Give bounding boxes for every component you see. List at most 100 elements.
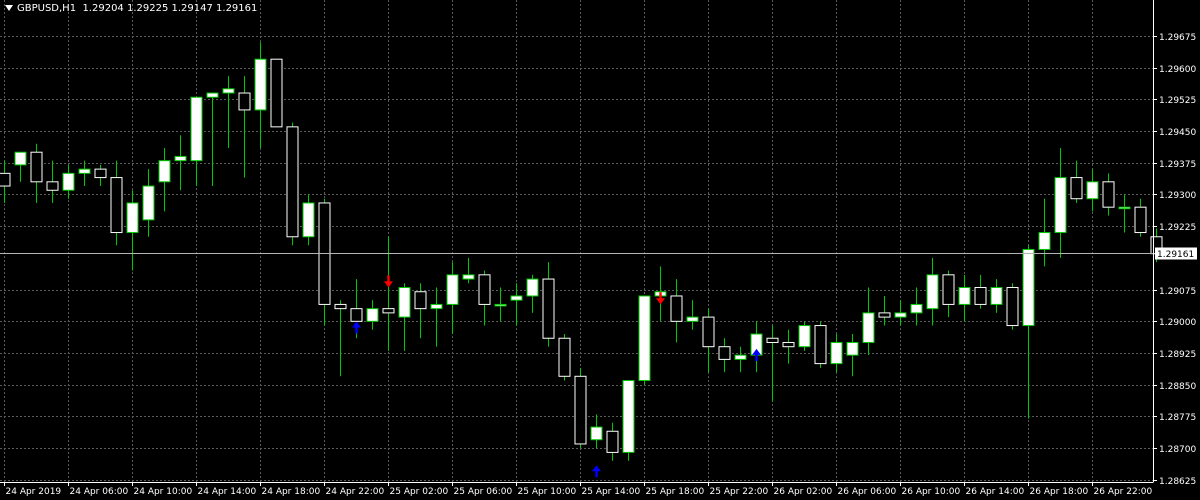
candle-body xyxy=(942,274,955,305)
candle-body xyxy=(238,92,251,111)
candle-body xyxy=(558,337,571,377)
candle-body xyxy=(110,177,123,234)
y-tick-label: 1.29450 xyxy=(1159,128,1196,138)
y-tick-label: 1.29525 xyxy=(1159,96,1196,106)
x-tick-label: 24 Apr 2019 xyxy=(6,487,62,497)
candle-body xyxy=(782,341,795,348)
buy-arrow-icon xyxy=(592,465,601,478)
y-tick-label: 1.29225 xyxy=(1159,223,1196,233)
price-tag-label: 1.29161 xyxy=(1157,250,1194,260)
candle-body xyxy=(686,316,699,322)
y-tick-label: 1.29375 xyxy=(1159,160,1196,170)
candle-body xyxy=(254,58,267,111)
x-tick-label: 26 Apr 02:00 xyxy=(774,487,833,497)
candle-body xyxy=(1038,232,1051,250)
signal-arrows xyxy=(352,275,761,478)
candle-body xyxy=(366,308,379,322)
y-tick-label: 1.28700 xyxy=(1159,445,1196,455)
x-tick-label: 24 Apr 22:00 xyxy=(326,487,385,497)
candle-body xyxy=(1054,177,1067,234)
candle-body xyxy=(1070,177,1083,200)
candle-body xyxy=(158,160,171,183)
candle-body xyxy=(846,341,859,356)
candle-body xyxy=(510,295,523,301)
candle-body xyxy=(814,325,827,365)
candle-body xyxy=(0,172,11,187)
candle-body xyxy=(862,312,875,343)
candle-body xyxy=(174,155,187,162)
x-tick-label: 26 Apr 18:00 xyxy=(1030,487,1089,497)
candle-body xyxy=(990,287,1003,305)
candle-body xyxy=(350,308,363,322)
candle-body xyxy=(126,202,139,234)
candle-body xyxy=(878,312,891,318)
candle-body xyxy=(494,303,507,307)
y-tick-label: 1.29075 xyxy=(1159,287,1196,297)
x-tick-label: 25 Apr 06:00 xyxy=(454,487,513,497)
candle-body xyxy=(30,151,43,183)
candle-body xyxy=(622,380,635,453)
y-tick-label: 1.28775 xyxy=(1159,413,1196,423)
candle-body xyxy=(414,291,427,310)
candle-body xyxy=(798,325,811,348)
candle-body xyxy=(574,375,587,445)
candle-body xyxy=(302,202,315,238)
candle-body xyxy=(78,168,91,174)
candle-body xyxy=(526,278,539,297)
y-tick-label: 1.29600 xyxy=(1159,65,1196,75)
candle-body xyxy=(702,316,715,348)
candle-body xyxy=(1086,181,1099,200)
x-tick-label: 26 Apr 10:00 xyxy=(902,487,961,497)
candle-body xyxy=(670,295,683,322)
x-tick-label: 25 Apr 10:00 xyxy=(518,487,577,497)
sell-arrow-icon xyxy=(384,275,393,288)
symbol-label: GBPUSD,H1 xyxy=(17,3,77,14)
x-tick-label: 25 Apr 18:00 xyxy=(646,487,705,497)
candle-body xyxy=(766,337,779,343)
y-tick-label: 1.28625 xyxy=(1159,477,1196,487)
candle-body xyxy=(222,88,235,94)
x-tick-label: 26 Apr 06:00 xyxy=(838,487,897,497)
candle-body xyxy=(894,312,907,318)
candle-body xyxy=(910,303,923,314)
candle-body xyxy=(142,185,155,221)
candle-body xyxy=(734,354,747,360)
candle-body xyxy=(1118,206,1131,210)
dropdown-triangle-icon[interactable] xyxy=(5,5,13,11)
candle-body xyxy=(1102,181,1115,208)
candle-body xyxy=(974,287,987,305)
candle-body xyxy=(286,126,299,238)
candle-body xyxy=(190,96,203,162)
candle-body xyxy=(94,168,107,179)
candle-body xyxy=(958,287,971,305)
symbol-header[interactable]: GBPUSD,H1 1.29204 1.29225 1.29147 1.2916… xyxy=(5,3,257,14)
candle-body xyxy=(270,58,283,128)
x-tick-label: 24 Apr 18:00 xyxy=(262,487,321,497)
x-tick-label: 24 Apr 10:00 xyxy=(134,487,193,497)
candle-body xyxy=(462,274,475,280)
y-tick-label: 1.29000 xyxy=(1159,318,1196,328)
candle-body xyxy=(1134,206,1147,234)
x-tick-label: 25 Apr 14:00 xyxy=(582,487,641,497)
candle-body xyxy=(382,308,395,314)
ohlc-label: 1.29204 1.29225 1.29147 1.29161 xyxy=(82,3,258,14)
candle-body xyxy=(446,274,459,305)
y-tick-label: 1.29300 xyxy=(1159,191,1196,201)
candle-body xyxy=(1022,248,1035,327)
candle-body xyxy=(606,430,619,453)
price-chart[interactable]: 1.29675 1.29600 1.29525 1.29450 1.29375 1.293… xyxy=(0,0,1200,500)
x-tick-label: 26 Apr 22:00 xyxy=(1094,487,1153,497)
candle-body xyxy=(14,151,27,166)
candle-body xyxy=(398,287,411,318)
x-tick-label: 24 Apr 14:00 xyxy=(198,487,257,497)
candle-body xyxy=(430,303,443,310)
candle-body xyxy=(46,181,59,191)
candle-body xyxy=(718,346,731,360)
candle-body xyxy=(542,278,555,339)
candle-body xyxy=(638,295,651,382)
x-tick-label: 25 Apr 22:00 xyxy=(710,487,769,497)
x-tick-label: 24 Apr 06:00 xyxy=(70,487,129,497)
candle-body xyxy=(62,172,75,191)
candle-body xyxy=(590,426,603,441)
x-tick-label: 25 Apr 02:00 xyxy=(390,487,449,497)
